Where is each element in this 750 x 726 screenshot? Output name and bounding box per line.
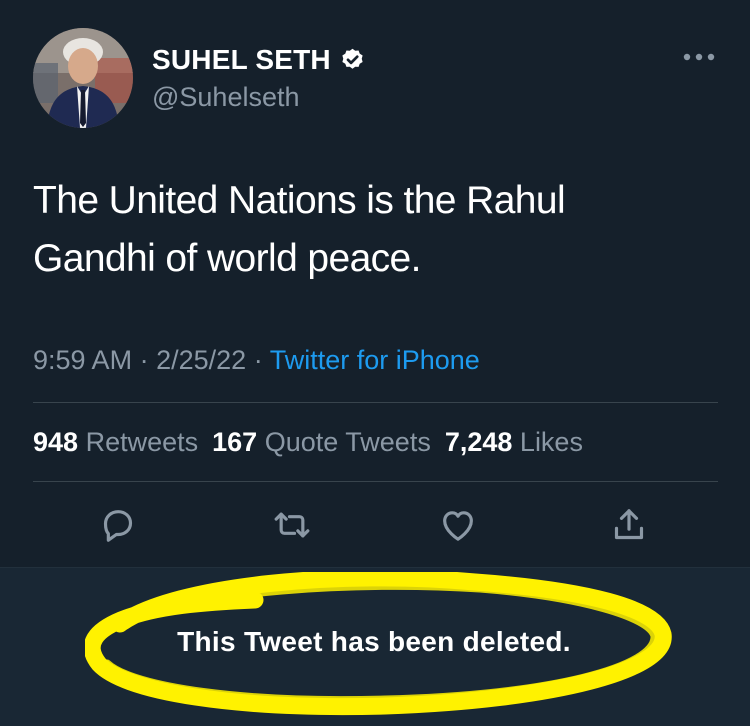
- likes-count: 7,248: [444, 427, 513, 457]
- tweet-date[interactable]: 2/25/22: [156, 345, 246, 375]
- tweet-source-link[interactable]: Twitter for iPhone: [270, 345, 480, 375]
- handle[interactable]: @Suhelseth: [152, 80, 300, 114]
- verified-badge-icon: [339, 47, 366, 74]
- quote-tweets-label: Quote Tweets: [264, 427, 431, 457]
- divider: [33, 481, 718, 482]
- likes-stat[interactable]: 7,248 Likes: [445, 427, 583, 457]
- tweet-text: The United Nations is the Rahul Gandhi o…: [33, 172, 673, 288]
- retweet-icon[interactable]: [272, 505, 312, 545]
- share-icon[interactable]: [609, 505, 649, 545]
- retweets-count: 948: [33, 427, 79, 457]
- divider: [0, 567, 750, 568]
- reply-icon[interactable]: [98, 505, 138, 545]
- meta-separator: ·: [139, 345, 149, 375]
- tweet-text-line: Gandhi of world peace.: [33, 237, 421, 280]
- divider: [33, 402, 718, 403]
- avatar[interactable]: [33, 28, 133, 128]
- retweets-label: Retweets: [85, 427, 199, 457]
- tweet-meta: 9:59 AM · 2/25/22 · Twitter for iPhone: [33, 342, 480, 378]
- tweet-time[interactable]: 9:59 AM: [33, 345, 132, 375]
- quote-tweets-stat[interactable]: 167 Quote Tweets: [212, 427, 431, 457]
- tweet-card[interactable]: SUHEL SETH @Suhelseth The United Nations…: [0, 0, 750, 567]
- deleted-notice-text: This Tweet has been deleted.: [0, 622, 750, 662]
- quote-tweets-count: 167: [212, 427, 258, 457]
- more-options-icon[interactable]: [682, 50, 716, 64]
- display-name[interactable]: SUHEL SETH: [152, 43, 366, 77]
- like-icon[interactable]: [438, 505, 478, 545]
- display-name-text[interactable]: SUHEL SETH: [152, 43, 331, 77]
- deleted-notice-label: This Tweet has been deleted.: [177, 626, 571, 657]
- likes-label: Likes: [519, 427, 583, 457]
- tweet-text-line: The United Nations is the Rahul: [33, 179, 566, 222]
- tweet-stats: 948 Retweets 167 Quote Tweets 7,248 Likes: [33, 424, 583, 460]
- retweets-stat[interactable]: 948 Retweets: [33, 427, 198, 457]
- tweet-page: SUHEL SETH @Suhelseth The United Nations…: [0, 0, 750, 726]
- meta-separator: ·: [253, 345, 263, 375]
